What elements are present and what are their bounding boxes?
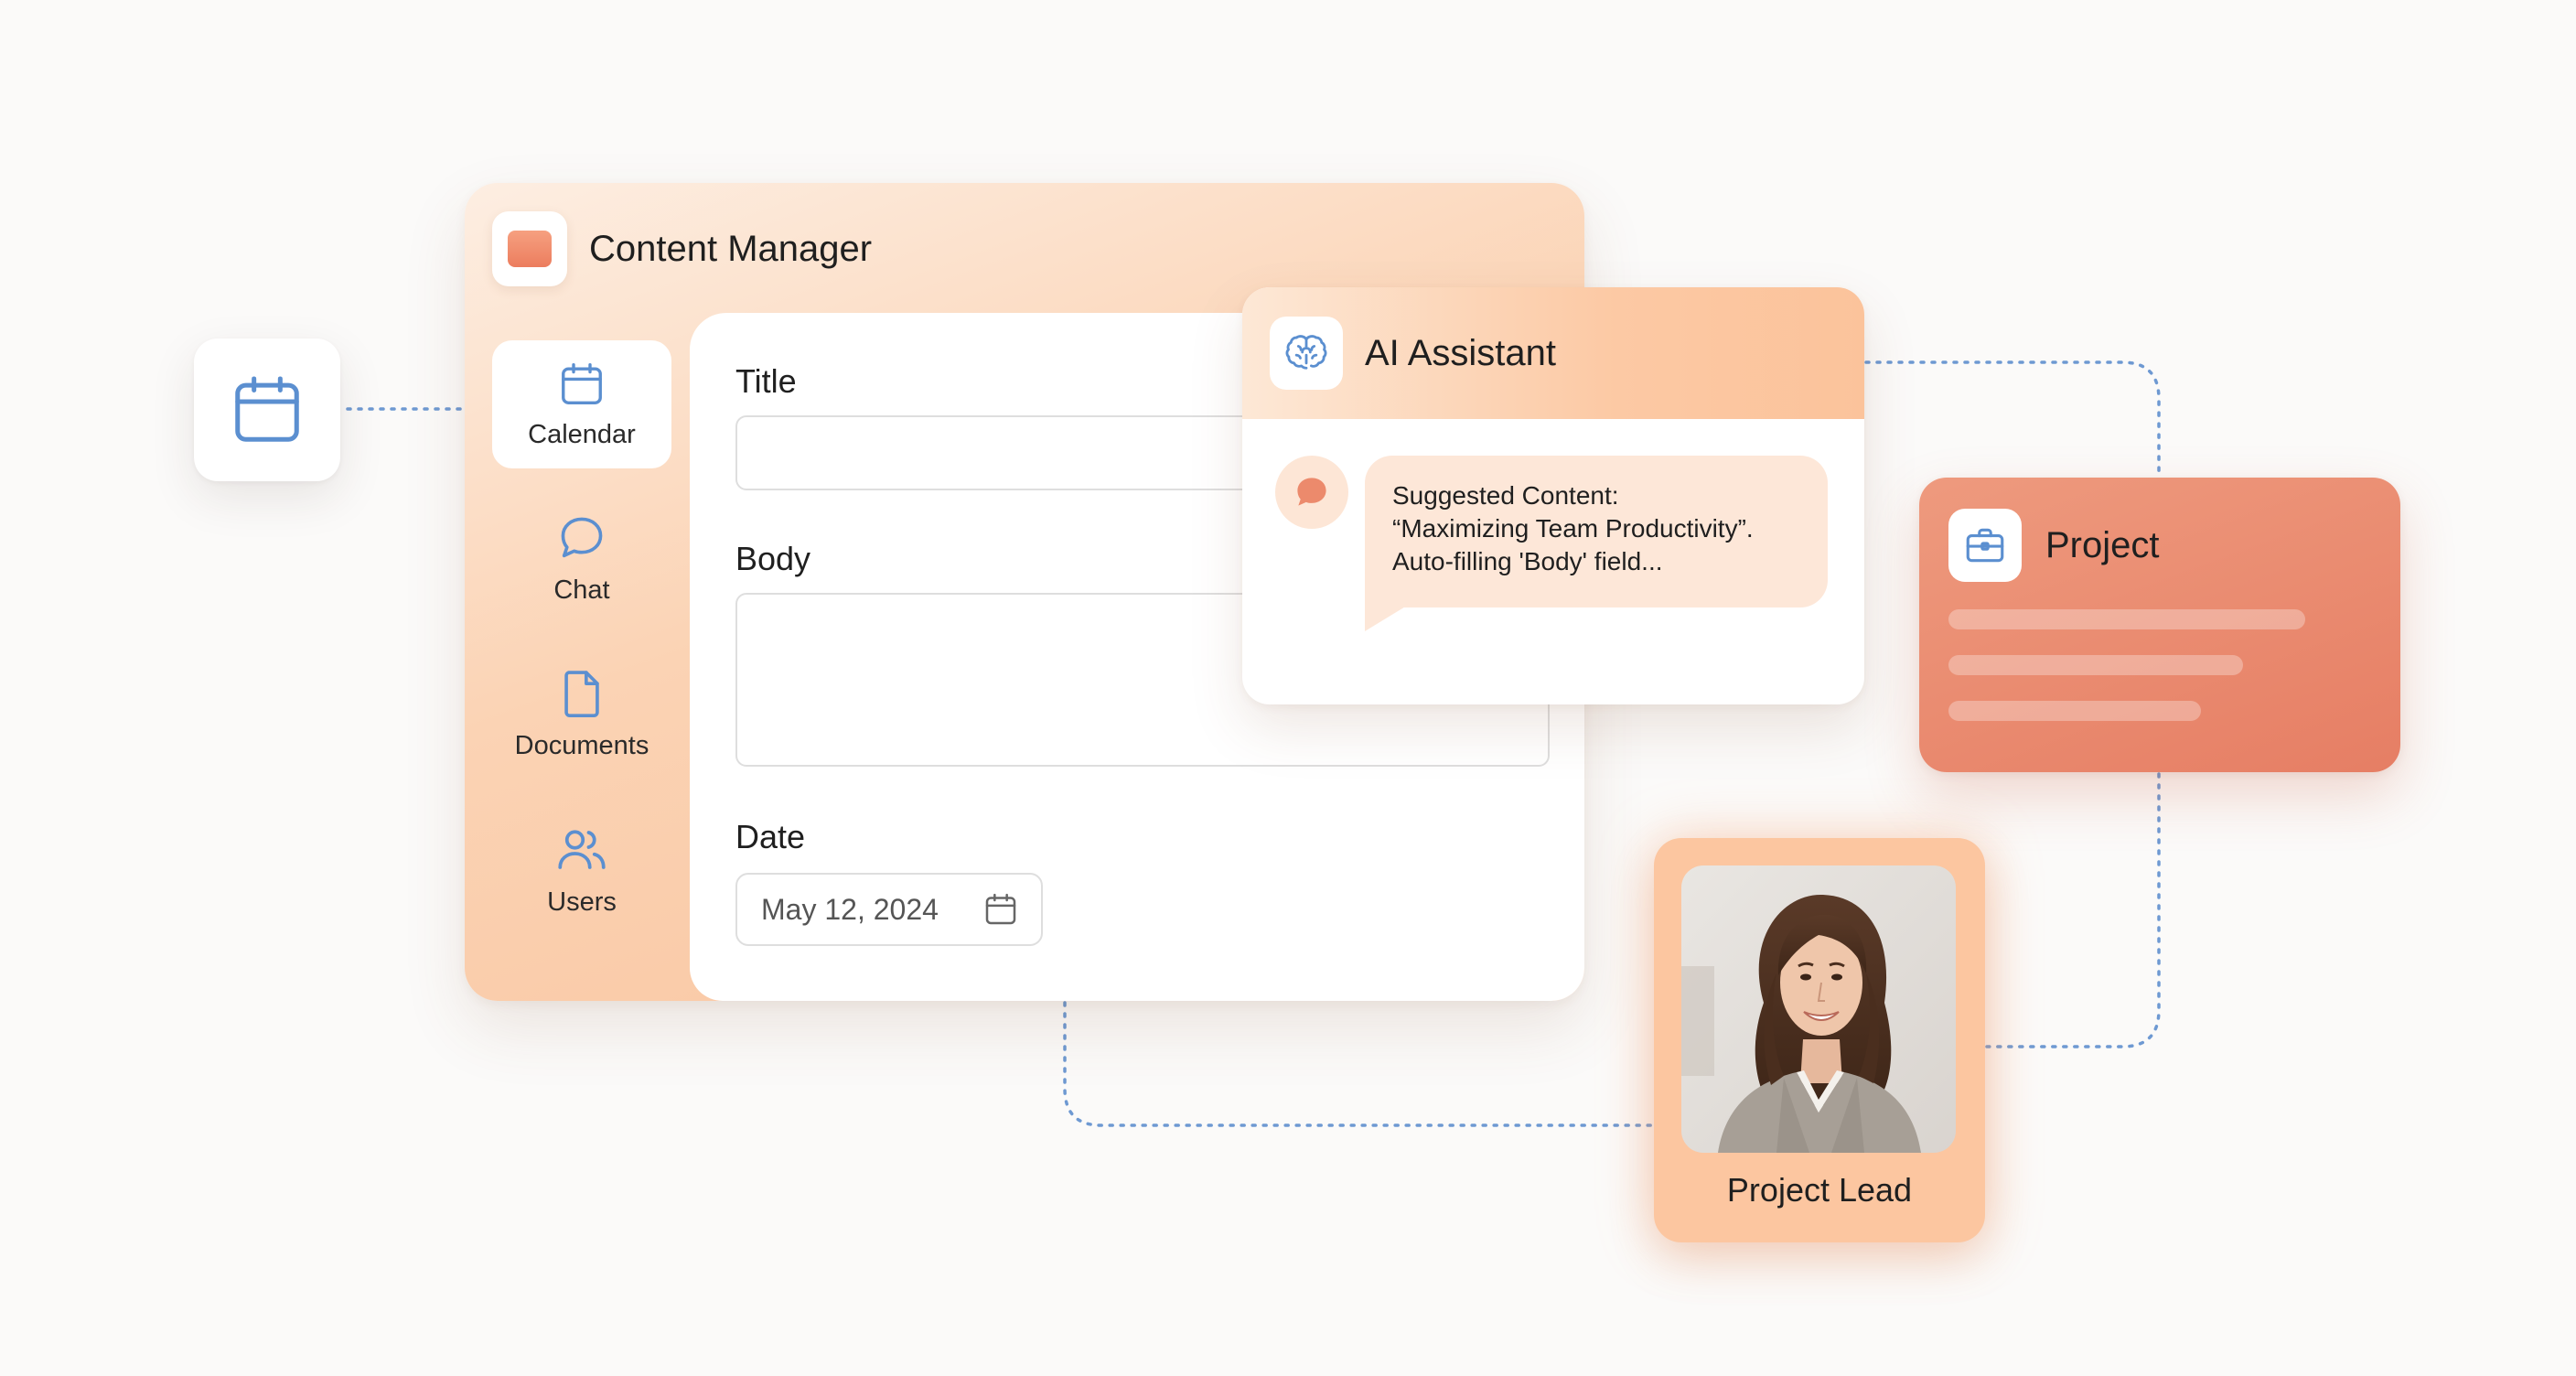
connector-project-lead <box>1985 772 2161 1048</box>
sidebar-nav: Calendar Chat Documents Users <box>492 340 671 961</box>
placeholder-line <box>1948 655 2243 675</box>
project-header: Project <box>1948 509 2160 582</box>
chat-bubble-icon <box>1292 472 1332 512</box>
date-label: Date <box>735 818 806 855</box>
app-logo <box>492 211 567 286</box>
placeholder-line <box>1948 609 2305 629</box>
ai-assistant-panel: AI Assistant Suggested Content: “Maximiz… <box>1242 287 1864 704</box>
calendar-icon <box>557 360 606 409</box>
calendar-icon <box>228 371 306 449</box>
body-label: Body <box>735 540 811 577</box>
sidebar-item-label: Users <box>547 887 617 917</box>
message-line: “Maximizing Team Productivity”. <box>1392 514 1754 543</box>
avatar <box>1681 865 1956 1153</box>
connector-ai-project <box>1864 360 2161 479</box>
chat-icon <box>555 511 608 564</box>
project-lead-label: Project Lead <box>1726 1171 1913 1209</box>
sidebar-item-chat[interactable]: Chat <box>492 494 671 622</box>
ai-assistant-title: AI Assistant <box>1365 332 1556 373</box>
assistant-avatar <box>1275 456 1348 529</box>
sidebar-item-label: Chat <box>553 575 610 605</box>
calendar-shortcut-tile[interactable] <box>194 339 340 481</box>
sidebar-item-users[interactable]: Users <box>492 805 671 933</box>
sidebar-item-label: Documents <box>514 730 649 760</box>
brain-icon <box>1270 317 1343 390</box>
sidebar-item-documents[interactable]: Documents <box>492 650 671 778</box>
message-line: Auto-filling 'Body' field... <box>1392 547 1663 575</box>
briefcase-icon <box>1948 509 2022 582</box>
message-line: Suggested Content: <box>1392 481 1619 510</box>
date-picker-input[interactable]: May 12, 2024 <box>735 873 1043 946</box>
calendar-icon[interactable] <box>982 891 1019 928</box>
project-lead-card[interactable]: Project Lead <box>1654 838 1985 1242</box>
title-label: Title <box>735 362 797 400</box>
date-value: May 12, 2024 <box>761 892 939 926</box>
connector-window-lead <box>1063 1001 1656 1127</box>
window-title: Content Manager <box>589 228 873 269</box>
sidebar-item-label: Calendar <box>528 419 636 449</box>
placeholder-line <box>1948 701 2201 721</box>
users-icon <box>554 822 609 876</box>
ai-assistant-header: AI Assistant <box>1242 287 1864 419</box>
window-header: Content Manager <box>492 210 872 287</box>
sidebar-item-calendar[interactable]: Calendar <box>492 340 671 468</box>
document-icon <box>555 667 608 720</box>
assistant-message: Suggested Content: “Maximizing Team Prod… <box>1365 456 1828 607</box>
project-card[interactable]: Project <box>1919 478 2400 772</box>
project-title: Project <box>2045 524 2160 565</box>
